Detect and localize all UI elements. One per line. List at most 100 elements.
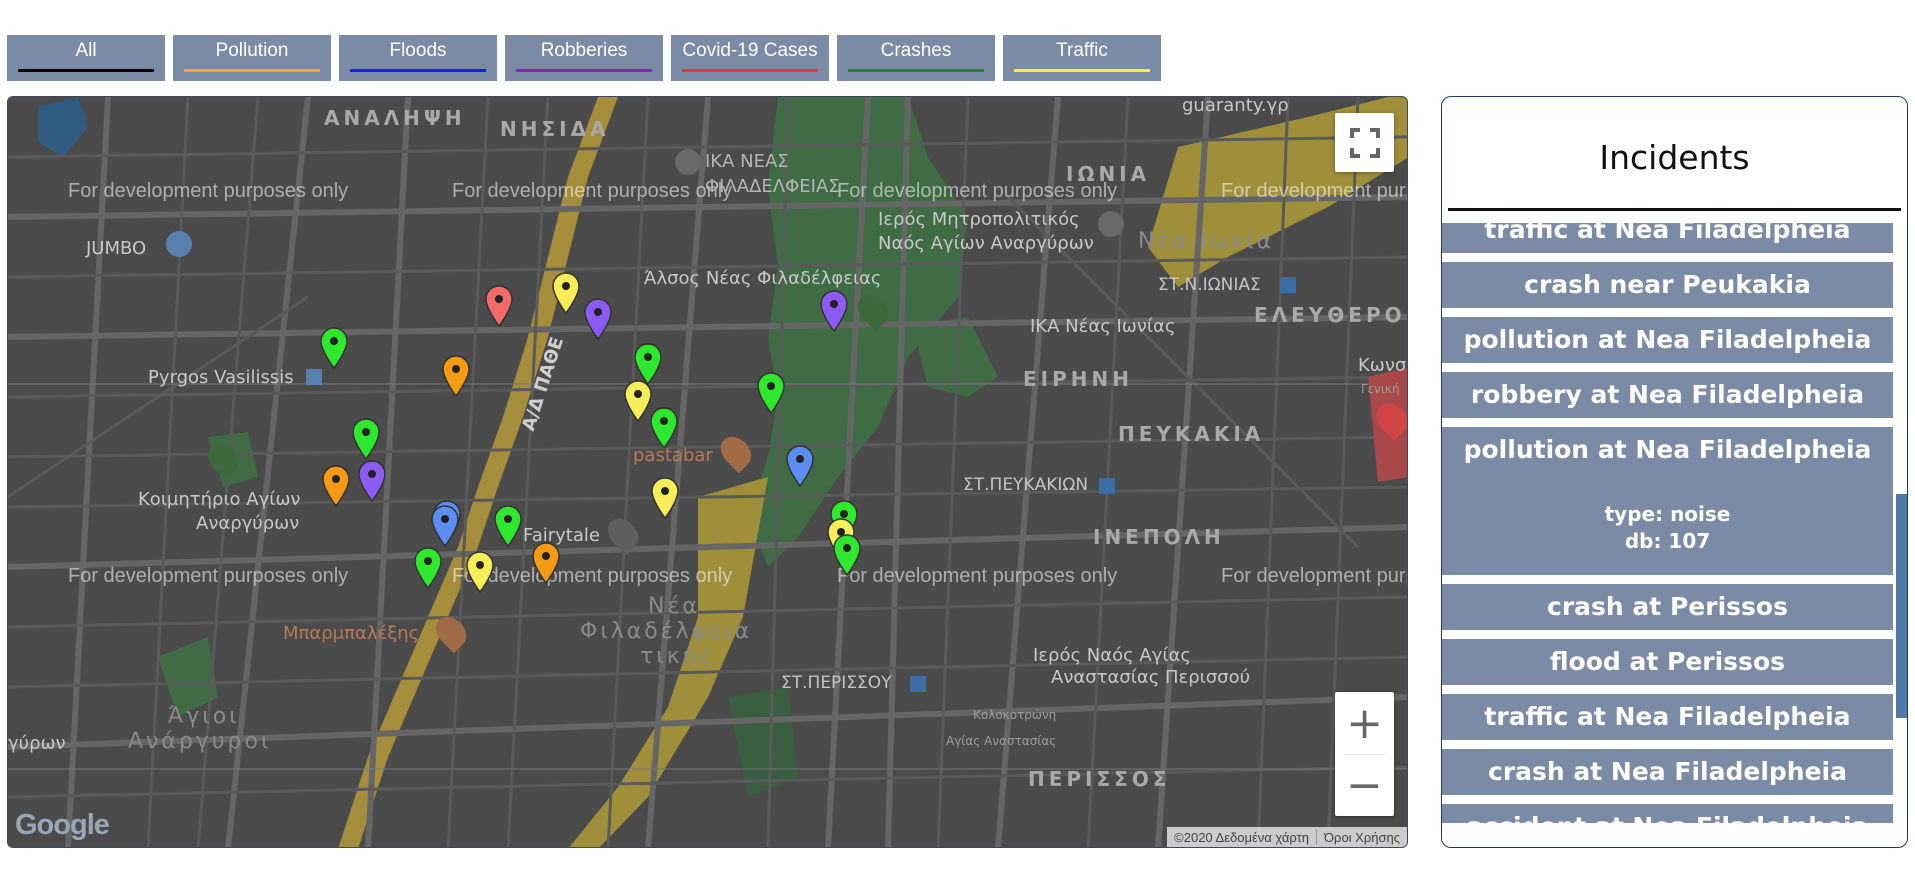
list-item[interactable]: traffic at Nea Filadelpheia xyxy=(1442,223,1893,253)
list-item[interactable]: crash near Peukakia xyxy=(1442,262,1893,308)
map-marker-traffic[interactable] xyxy=(624,380,652,423)
fullscreen-button[interactable] xyxy=(1335,113,1394,172)
tab-floods[interactable]: Floods xyxy=(339,35,497,81)
map-pin-icon xyxy=(651,477,679,520)
tab-label: Floods xyxy=(389,40,447,61)
map-label: ΣΤ.Ν.ΙΩΝΙΑΣ xyxy=(1158,275,1261,295)
incident-title: crash at Nea Filadelpheia xyxy=(1488,757,1847,786)
map-label: Ανάργυροι xyxy=(128,729,272,754)
map-label: ΦΙΛΑΔΕΛΦΕΙΑΣ xyxy=(705,176,840,197)
map-label: guaranty.γρ xyxy=(1182,96,1289,116)
tab-all[interactable]: All xyxy=(7,35,165,81)
dev-watermark: For development purposes only xyxy=(452,180,733,202)
tab-label: Robberies xyxy=(540,40,628,61)
map-pin-icon xyxy=(820,290,848,333)
museum-icon xyxy=(675,149,701,175)
map-label: Αναργύρων xyxy=(196,513,300,534)
map-marker-crash[interactable] xyxy=(414,547,442,590)
map-marker-pollution[interactable] xyxy=(322,465,350,508)
map-pin-icon xyxy=(414,547,442,590)
map-marker-crash[interactable] xyxy=(320,327,348,370)
map-marker-crash[interactable] xyxy=(352,418,380,461)
list-item[interactable]: pollution at Nea Filadelpheia xyxy=(1442,317,1893,363)
map-pin-icon xyxy=(494,505,522,548)
map-marker-robbery[interactable] xyxy=(358,460,386,503)
dev-watermark: For development purposes only xyxy=(1221,180,1407,202)
map-pin-icon xyxy=(833,534,861,577)
map-label: Αναστασίας Περισσού xyxy=(1051,667,1251,688)
map-label: ΙΚΑ Νέας Ιωνίας xyxy=(1030,316,1176,337)
list-item-expanded[interactable]: pollution at Nea Filadelpheia type: nois… xyxy=(1442,427,1893,575)
tab-robberies[interactable]: Robberies xyxy=(505,35,663,81)
tab-crashes[interactable]: Crashes xyxy=(837,35,995,81)
map-marker-traffic[interactable] xyxy=(651,477,679,520)
map-pin-icon xyxy=(634,343,662,386)
list-item[interactable]: crash at Nea Filadelpheia xyxy=(1442,749,1893,795)
list-item[interactable]: accident at Nea Filadelpheia xyxy=(1442,804,1893,823)
list-scrollbar[interactable] xyxy=(1896,494,1907,718)
map-label: ΕΛΕΥΘΕΡΟ xyxy=(1254,303,1406,327)
map-marker-crash[interactable] xyxy=(757,372,785,415)
map-marker-robbery[interactable] xyxy=(820,290,848,333)
map-label: Νέα xyxy=(648,594,700,619)
tab-underline xyxy=(682,69,818,72)
church-icon xyxy=(1098,211,1124,237)
tab-label: Traffic xyxy=(1056,40,1108,61)
tab-underline xyxy=(848,69,984,72)
dev-watermark: For development purposes only xyxy=(68,180,349,202)
map-label: τικής xyxy=(640,644,716,669)
map-pin-icon xyxy=(442,355,470,398)
tab-traffic[interactable]: Traffic xyxy=(1003,35,1161,81)
zoom-in-button[interactable]: + xyxy=(1335,693,1394,754)
list-item[interactable]: flood at Perissos xyxy=(1442,639,1893,685)
map-label: Φιλαδέλφεια xyxy=(580,619,753,644)
incidents-panel: Incidents traffic at Nea Filadelpheia cr… xyxy=(1441,96,1908,848)
map-pin-icon xyxy=(786,445,814,488)
terms-of-use-link[interactable]: Όροι Χρήσης xyxy=(1317,830,1407,845)
map-marker-flood[interactable] xyxy=(786,445,814,488)
map-label: ΣΤ.ΠΕΡΙΣΣΟΥ xyxy=(781,673,892,693)
map-marker-pollution[interactable] xyxy=(532,542,560,585)
tab-underline xyxy=(350,69,486,72)
incidents-list[interactable]: traffic at Nea Filadelpheia crash near P… xyxy=(1442,223,1907,823)
map-label: ΑΝΑΛΗΨΗ xyxy=(324,106,466,130)
map-label: Κωνσ xyxy=(1358,355,1407,376)
map-pin-icon xyxy=(320,327,348,370)
map-pin-icon xyxy=(466,551,494,594)
list-item[interactable]: robbery at Nea Filadelpheia xyxy=(1442,372,1893,418)
map-marker-covid[interactable] xyxy=(485,285,513,328)
map-pin-icon xyxy=(650,407,678,450)
map-label: Pyrgos Vasilissis xyxy=(148,367,294,388)
tab-covid-19-cases[interactable]: Covid-19 Cases xyxy=(671,35,829,81)
panel-title: Incidents xyxy=(1599,137,1750,177)
map-attribution: ©2020 Δεδομένα χάρτη Όροι Χρήσης xyxy=(1167,827,1407,847)
list-item[interactable]: crash at Perissos xyxy=(1442,584,1893,630)
dev-watermark: For development purposes only xyxy=(1221,565,1407,587)
tab-underline xyxy=(18,69,154,72)
google-logo[interactable]: Google xyxy=(15,809,110,842)
tab-pollution[interactable]: Pollution xyxy=(173,35,331,81)
map-label: Ιερός Μητροπολιτικός xyxy=(878,209,1080,230)
map-pin-icon xyxy=(352,418,380,461)
incident-title: traffic at Nea Filadelpheia xyxy=(1484,702,1851,731)
zoom-out-button[interactable]: − xyxy=(1335,755,1394,816)
incident-map[interactable]: For development purposes only For develo… xyxy=(7,96,1408,848)
map-label: Ιερός Ναός Αγίας xyxy=(1033,645,1191,666)
incident-db: db: 107 xyxy=(1624,529,1711,553)
map-marker-crash[interactable] xyxy=(833,534,861,577)
map-marker-crash[interactable] xyxy=(650,407,678,450)
map-marker-crash[interactable] xyxy=(494,505,522,548)
map-marker-crash[interactable] xyxy=(634,343,662,386)
map-marker-pollution[interactable] xyxy=(442,355,470,398)
map-label: ΝΗΣΙΔΑ xyxy=(500,117,610,141)
map-label: γύρων xyxy=(8,733,66,754)
map-marker-robbery[interactable] xyxy=(584,298,612,341)
map-marker-traffic[interactable] xyxy=(552,272,580,315)
incident-title: crash at Perissos xyxy=(1547,592,1788,621)
map-marker-flood[interactable] xyxy=(431,505,459,548)
category-filter-tabs: All Pollution Floods Robberies Covid-19 … xyxy=(7,35,1161,81)
map-pin-icon xyxy=(757,372,785,415)
list-item[interactable]: traffic at Nea Filadelpheia xyxy=(1442,694,1893,740)
map-marker-traffic[interactable] xyxy=(466,551,494,594)
dev-watermark: For development purposes only xyxy=(452,565,733,587)
